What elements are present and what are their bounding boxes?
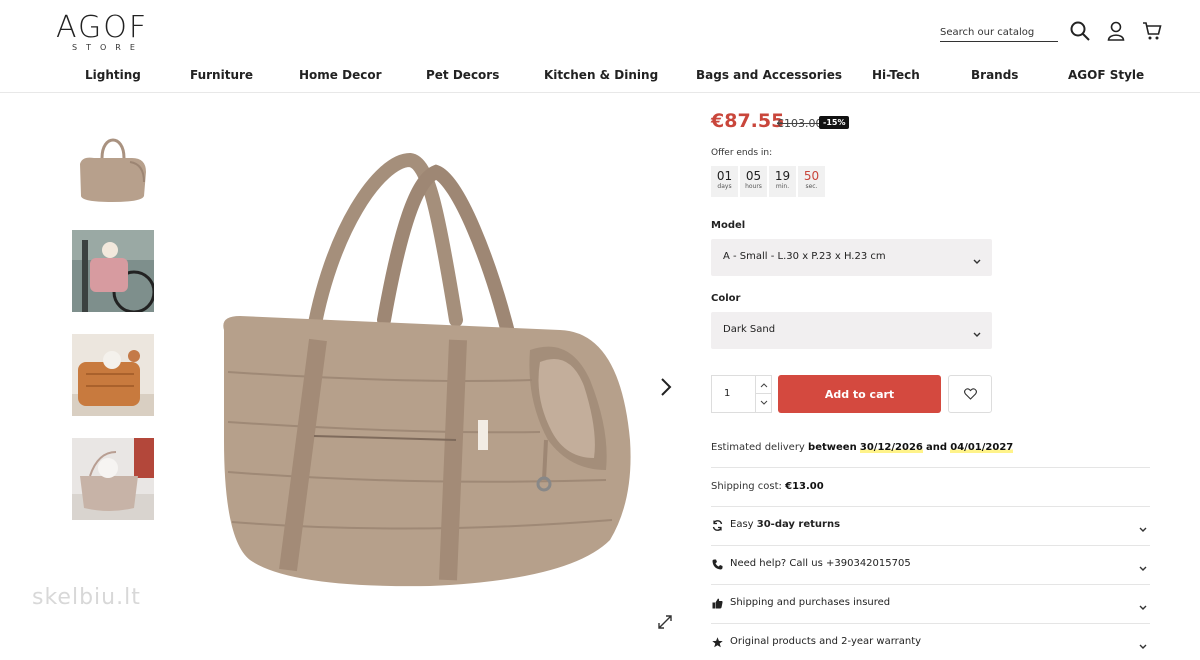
quantity-increase-icon[interactable] (755, 376, 771, 394)
nav-item-agof-style[interactable]: AGOF Style (1068, 68, 1144, 82)
discount-badge: -15% (819, 116, 850, 129)
logo-text: AGOF (56, 10, 149, 45)
heart-icon (963, 385, 977, 404)
chevron-down-icon (1138, 559, 1148, 571)
delivery-date-to: 04/01/2027 (950, 442, 1014, 453)
accordion-insured[interactable]: Shipping and purchases insured (711, 585, 1150, 623)
add-to-cart-button[interactable]: Add to cart (778, 375, 941, 413)
cart-icon[interactable] (1140, 19, 1164, 43)
quantity-decrease-icon[interactable] (755, 394, 771, 412)
user-icon[interactable] (1104, 19, 1128, 43)
phone-icon (711, 558, 723, 570)
offer-countdown: 01 days 05 hours 19 min. 50 sec. (711, 166, 825, 197)
chevron-down-icon (1138, 520, 1148, 532)
wishlist-button[interactable] (948, 375, 992, 413)
model-select[interactable]: A - Small - L.30 x P.23 x H.23 cm (711, 239, 992, 276)
chevron-down-icon (1138, 637, 1148, 649)
star-icon (711, 636, 723, 648)
countdown-hours: 05 hours (740, 166, 767, 197)
main-nav: Lighting Furniture Home Decor Pet Decors… (0, 60, 1200, 93)
product-main-image[interactable] (210, 140, 650, 610)
store-logo[interactable]: AGOF STORE (56, 12, 168, 54)
zoom-expand-icon[interactable] (658, 614, 672, 629)
accordion-returns[interactable]: Easy 30-day returns (711, 507, 1150, 545)
model-select-value: A - Small - L.30 x P.23 x H.23 cm (723, 251, 886, 262)
chevron-down-icon (1138, 598, 1148, 610)
divider (711, 467, 1150, 468)
search-icon[interactable] (1068, 19, 1092, 43)
quantity-value[interactable]: 1 (724, 388, 730, 399)
countdown-seconds: 50 sec. (798, 166, 825, 197)
nav-item-hi-tech[interactable]: Hi-Tech (872, 68, 920, 82)
chevron-down-icon (972, 325, 982, 337)
nav-item-furniture[interactable]: Furniture (190, 68, 253, 82)
logo-subtext: STORE (72, 43, 144, 52)
accordion-help[interactable]: Need help? Call us +390342015705 (711, 546, 1150, 584)
quantity-stepper[interactable]: 1 (711, 375, 772, 413)
nav-item-pet-decors[interactable]: Pet Decors (426, 68, 499, 82)
accordion-warranty[interactable]: Original products and 2-year warranty (711, 624, 1150, 660)
offer-label: Offer ends in: (711, 148, 773, 158)
shipping-cost: Shipping cost: €13.00 (711, 481, 824, 492)
model-label: Model (711, 220, 746, 231)
thumbnail-3[interactable] (72, 334, 154, 416)
thumbs-up-icon (711, 597, 723, 609)
search-box[interactable] (940, 20, 1058, 43)
thumbnail-2[interactable] (72, 230, 154, 312)
search-input[interactable] (940, 22, 1058, 43)
estimated-delivery: Estimated delivery between 30/12/2026 an… (711, 442, 1014, 453)
thumbnail-1[interactable] (72, 126, 154, 208)
thumbnail-4[interactable] (72, 438, 154, 520)
color-label: Color (711, 293, 741, 304)
watermark-text: skelbiu.lt (32, 585, 141, 610)
countdown-days: 01 days (711, 166, 738, 197)
nav-item-home-decor[interactable]: Home Decor (299, 68, 381, 82)
nav-item-kitchen-dining[interactable]: Kitchen & Dining (544, 68, 658, 82)
color-select-value: Dark Sand (723, 324, 776, 335)
current-price: €87.55 (711, 110, 785, 132)
nav-item-brands[interactable]: Brands (971, 68, 1018, 82)
next-image-arrow-icon[interactable] (657, 376, 675, 398)
old-price: €103.00 (777, 117, 823, 130)
chevron-down-icon (972, 252, 982, 264)
delivery-date-from: 30/12/2026 (859, 442, 923, 453)
nav-item-bags-accessories[interactable]: Bags and Accessories (696, 68, 842, 82)
countdown-minutes: 19 min. (769, 166, 796, 197)
nav-item-lighting[interactable]: Lighting (85, 68, 141, 82)
color-select[interactable]: Dark Sand (711, 312, 992, 349)
returns-icon (711, 519, 723, 531)
